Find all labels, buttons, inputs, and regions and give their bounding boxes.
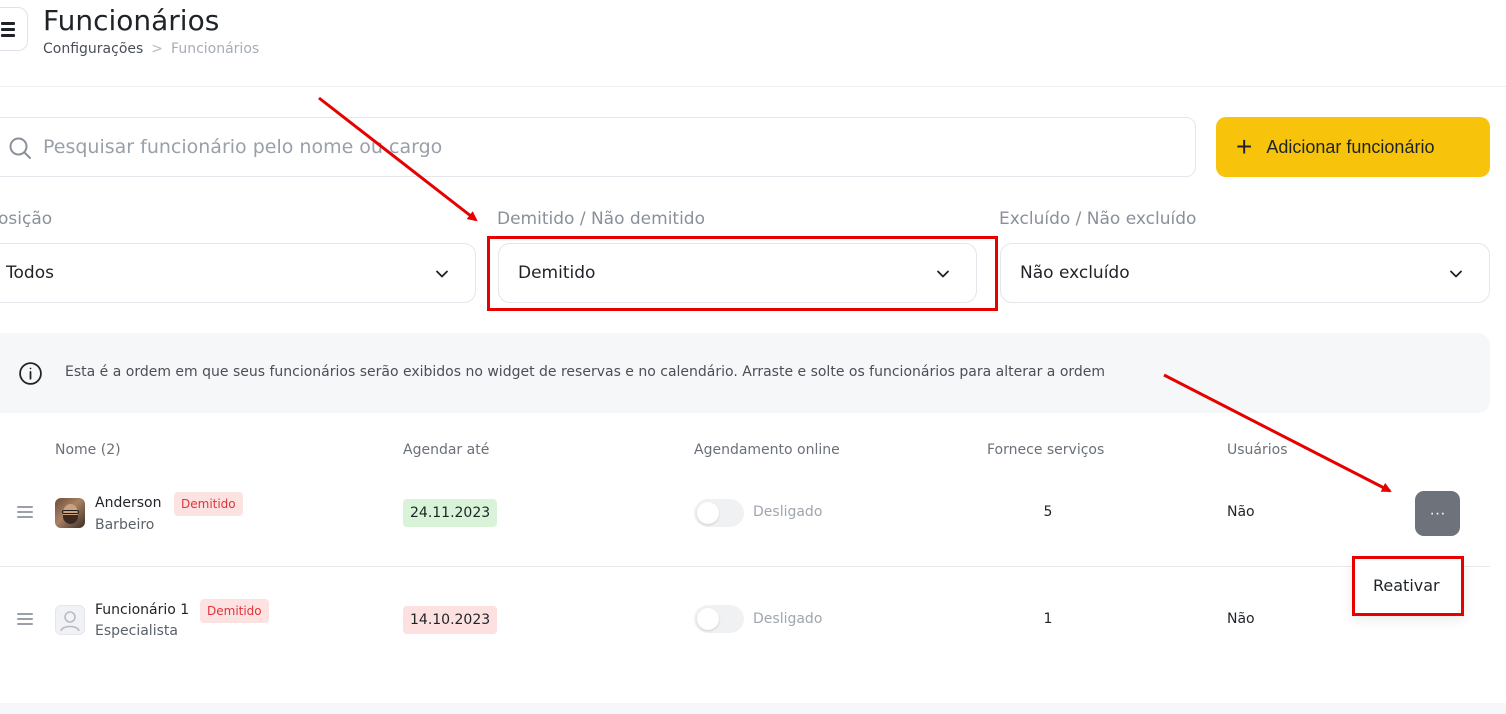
online-booking-toggle[interactable] bbox=[694, 605, 744, 633]
employee-role: Especialista bbox=[95, 623, 178, 639]
col-header-schedule-until: Agendar até bbox=[403, 442, 490, 458]
chevron-right-icon: > bbox=[151, 41, 164, 57]
search-box[interactable] bbox=[0, 117, 1196, 177]
page-title: Funcionários bbox=[43, 4, 220, 37]
add-employee-label: Adicionar funcionário bbox=[1266, 136, 1435, 157]
page-header: Funcionários Configurações > Funcionários bbox=[0, 0, 1506, 87]
chevron-down-icon bbox=[436, 270, 448, 278]
col-header-name: Nome (2) bbox=[55, 442, 121, 458]
highlight-box-filter bbox=[487, 236, 998, 311]
online-booking-toggle[interactable] bbox=[694, 499, 744, 527]
users-value: Não bbox=[1227, 504, 1255, 520]
info-text: Esta é a ordem em que seus funcionários … bbox=[65, 364, 1106, 380]
filter-deleted-select[interactable]: Não excluído bbox=[1000, 243, 1490, 303]
search-input[interactable] bbox=[43, 128, 1143, 166]
filter-position-label: osição bbox=[0, 209, 53, 229]
employee-name[interactable]: Funcionário 1 bbox=[95, 602, 189, 618]
col-header-online-booking: Agendamento online bbox=[694, 442, 840, 458]
search-icon bbox=[9, 137, 31, 159]
online-booking-label: Desligado bbox=[753, 504, 823, 520]
filter-dismissed-label: Demitido / Não demitido bbox=[497, 209, 706, 229]
row-divider bbox=[0, 566, 1490, 567]
breadcrumb-configuracoes[interactable]: Configurações bbox=[43, 41, 143, 57]
filter-position-value: Todos bbox=[6, 263, 54, 283]
col-header-provides-services: Fornece serviços bbox=[987, 442, 1105, 458]
chevron-down-icon bbox=[1450, 270, 1462, 278]
add-employee-button[interactable]: + Adicionar funcionário bbox=[1216, 117, 1490, 177]
footer-strip bbox=[0, 703, 1506, 714]
schedule-date: 24.11.2023 bbox=[403, 499, 498, 527]
hamburger-icon bbox=[1, 22, 15, 25]
menu-button[interactable] bbox=[0, 7, 28, 51]
filter-deleted-label: Excluído / Não excluído bbox=[999, 209, 1197, 229]
row-options-menu: Reativar bbox=[1352, 556, 1464, 616]
avatar bbox=[55, 498, 85, 528]
employee-name[interactable]: Anderson bbox=[95, 495, 161, 511]
status-badge: Demitido bbox=[174, 492, 243, 516]
reactivate-option[interactable]: Reativar bbox=[1373, 576, 1440, 595]
plus-icon: + bbox=[1236, 131, 1253, 162]
info-icon bbox=[19, 362, 42, 385]
employee-role: Barbeiro bbox=[95, 517, 155, 533]
avatar-placeholder-icon bbox=[55, 605, 85, 635]
users-value: Não bbox=[1227, 611, 1255, 627]
status-badge: Demitido bbox=[200, 599, 269, 623]
breadcrumb-funcionarios: Funcionários bbox=[171, 41, 260, 57]
online-booking-label: Desligado bbox=[753, 611, 823, 627]
services-count: 1 bbox=[1043, 611, 1053, 627]
filter-deleted-value: Não excluído bbox=[1020, 263, 1130, 283]
info-banner: Esta é a ordem em que seus funcionários … bbox=[0, 333, 1490, 413]
col-header-users: Usuários bbox=[1227, 442, 1288, 458]
services-count: 5 bbox=[1043, 504, 1053, 520]
filter-position-select[interactable]: Todos bbox=[0, 243, 476, 303]
more-options-button[interactable]: ··· bbox=[1415, 491, 1460, 536]
breadcrumb: Configurações > Funcionários bbox=[43, 41, 259, 57]
schedule-date: 14.10.2023 bbox=[403, 606, 498, 634]
